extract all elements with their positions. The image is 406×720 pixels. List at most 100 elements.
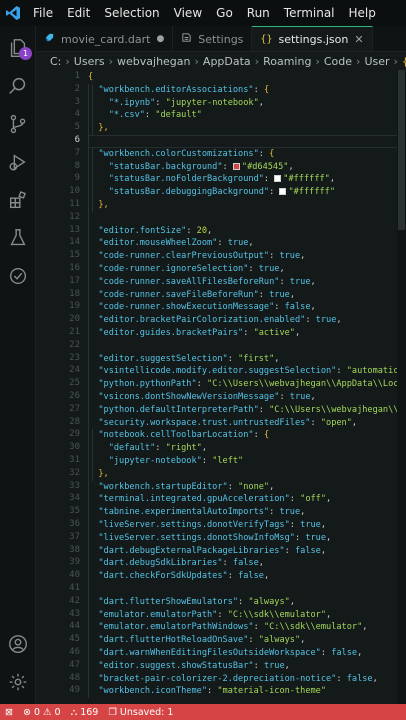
breadcrumb-item[interactable]: Roaming [263, 55, 311, 68]
breadcrumb-item[interactable]: Code [324, 55, 352, 68]
code-token: : [253, 430, 264, 441]
ports-indicator[interactable]: ⛬ 169 [66, 704, 104, 720]
code-line[interactable]: "code-runner.ignoreSelection": true, [88, 263, 284, 276]
menu-selection[interactable]: Selection [97, 0, 166, 26]
color-swatch[interactable] [274, 175, 282, 183]
code-line[interactable]: "liveServer.settings.donotVerifyTags": t… [88, 519, 326, 532]
code-token: "jupyter-notebook" [88, 456, 202, 466]
code-line[interactable]: "editor.guides.bracketPairs": "active", [88, 327, 300, 340]
code-line[interactable]: "notebook.cellToolbarLocation": { [88, 429, 269, 442]
breadcrumb-item[interactable]: AppData [203, 55, 251, 68]
code-line[interactable]: "code-runner.showExecutionMessage": fals… [88, 301, 315, 314]
code-line[interactable]: "statusBar.noFolderBackground": "#ffffff… [88, 173, 335, 186]
code-line[interactable]: "python.defaultInterpreterPath": "C:\\Us… [88, 404, 403, 417]
code-line[interactable]: "vsintellicode.modify.editor.suggestSele… [88, 365, 406, 378]
code-line[interactable]: "editor.suggest.showStatusBar": true, [88, 660, 289, 673]
line-number: 17 [69, 275, 80, 286]
code-line[interactable]: "code-runner.saveFileBeforeRun": true, [88, 289, 295, 302]
code-line[interactable]: "dart.flutterHotReloadOnSave": "always", [88, 634, 305, 647]
indent-guide [92, 147, 93, 212]
code-line[interactable]: "statusBar.debuggingBackground": "#fffff… [88, 186, 335, 199]
line-number: 22 [69, 339, 80, 350]
code-line[interactable]: "dart.flutterShowEmulators": "always", [88, 596, 295, 609]
code-editor[interactable]: 1 2 3 4 5 6 7 8 9 10 11 12 13 14 15 16 17 18 19 20 21 22 23 24 2… [36, 70, 406, 704]
code-line[interactable]: "liveServer.settings.donotShowInfoMsg": … [88, 532, 331, 545]
problems-indicator[interactable]: ⊗ 0 ⚠ 0 [18, 704, 66, 720]
color-swatch[interactable] [232, 162, 240, 170]
code-line[interactable]: "terminal.integrated.gpuAcceleration": "… [88, 493, 331, 506]
code-line[interactable]: "editor.fontSize": 20, [88, 225, 212, 238]
tab-movie-card[interactable]: movie_card.dart ● [36, 26, 174, 51]
breadcrumb-item[interactable]: User [364, 55, 389, 68]
code-line[interactable]: "code-runner.clearPreviousOutput": true, [88, 250, 305, 263]
code-line[interactable]: "dart.debugExternalPackageLibraries": fa… [88, 545, 326, 558]
code-line[interactable]: "security.workspace.trust.untrustedFiles… [88, 417, 357, 430]
menu-help[interactable]: Help [342, 0, 383, 26]
code-token: : [248, 635, 259, 646]
code-line[interactable]: "dart.checkForSdkUpdates": false, [88, 570, 269, 583]
unsaved-indicator[interactable]: ❐ Unsaved: 1 [103, 704, 178, 720]
code-line[interactable]: "emulator.emulatorPath": "C:\\sdk\\emula… [88, 609, 331, 622]
editor-scrollbar[interactable] [397, 70, 406, 704]
menu-go[interactable]: Go [209, 0, 240, 26]
code-line[interactable]: "*.csv": "default" [88, 109, 202, 122]
code-line[interactable]: "workbench.startupEditor": "none", [88, 481, 274, 494]
line-number: 11 [69, 199, 80, 209]
code-line[interactable]: "emulator.emulatorPathWindows": "C:\\sdk… [88, 621, 367, 634]
code-line[interactable]: "default": "right", [88, 442, 207, 455]
testing-flask-icon[interactable] [0, 220, 36, 256]
code-line[interactable]: { [88, 71, 93, 84]
code-line[interactable]: "dart.warnWhenEditingFilesOutsideWorkspa… [88, 647, 362, 660]
antenna-icon: ⛬ [70, 706, 78, 718]
menu-run[interactable]: Run [240, 0, 277, 26]
code-line[interactable]: "editor.bracketPairColorization.enabled"… [88, 314, 341, 327]
code-token: "dart.warnWhenEditingFilesOutsideWorkspa… [88, 648, 321, 658]
source-control-icon[interactable] [0, 106, 36, 142]
breadcrumb-item[interactable]: webvajhegan [117, 55, 191, 68]
settings-gear-icon[interactable] [0, 664, 36, 700]
color-swatch[interactable] [279, 188, 287, 196]
code-line[interactable]: "*.ipynb": "jupyter-notebook", [88, 97, 264, 110]
code-token: "#d64545" [241, 161, 289, 172]
explorer-icon[interactable]: 1 [0, 30, 36, 66]
tab-settings-json[interactable]: {} settings.json ✕ [252, 26, 373, 51]
code-line[interactable]: "statusBar.background": "#d64545", [88, 161, 294, 174]
code-line[interactable]: "editor.mouseWheelZoom": true, [88, 237, 253, 250]
code-token: true [263, 660, 285, 671]
tab-modified-dot[interactable]: ● [156, 34, 164, 44]
code-line[interactable]: "bracket-pair-colorizer-2.depreciation-n… [88, 673, 377, 686]
run-debug-icon[interactable] [0, 144, 36, 180]
line-number: 41 [69, 583, 80, 593]
breadcrumb-item[interactable]: Users [74, 55, 105, 68]
chevron-right-icon: › [356, 54, 361, 68]
scrollbar-thumb[interactable] [398, 70, 405, 230]
code-token: "workbench.iconTheme" [88, 686, 207, 697]
menu-edit[interactable]: Edit [60, 0, 97, 26]
code-line[interactable]: "tabnine.experimentalAutoImports": true, [88, 506, 305, 519]
remote-indicator[interactable]: ⊠ [0, 704, 18, 720]
menu-view[interactable]: View [167, 0, 209, 26]
breadcrumb-item[interactable]: C: [50, 55, 61, 68]
line-number: 24 [69, 365, 80, 376]
menu-terminal[interactable]: Terminal [277, 0, 342, 26]
code-line[interactable]: "jupyter-notebook": "left" [88, 455, 244, 468]
code-area[interactable]: { "workbench.editorAssociations": { "*.i… [88, 70, 406, 704]
code-line[interactable]: "workbench.colorCustomizations": { [88, 148, 274, 161]
code-line[interactable]: "editor.suggestSelection": "first", [88, 353, 279, 366]
code-token: "editor.guides.bracketPairs" [88, 328, 244, 338]
extensions-icon[interactable] [0, 182, 36, 218]
activity-bar: 1 [0, 26, 36, 704]
code-line[interactable]: "workbench.iconTheme": "material-icon-th… [88, 685, 326, 698]
code-line[interactable]: "vsicons.dontShowNewVersionMessage": tru… [88, 391, 315, 404]
code-line[interactable]: "dart.debugSdkLibraries": false, [88, 557, 264, 570]
code-line[interactable]: "code-runner.saveAllFilesBeforeRun": tru… [88, 276, 315, 289]
menu-file[interactable]: File [26, 0, 60, 26]
tab-settings[interactable]: Settings [173, 26, 253, 51]
close-icon[interactable]: ✕ [354, 33, 363, 46]
account-icon[interactable] [0, 626, 36, 662]
remote-check-icon[interactable] [0, 258, 36, 294]
menu-bar: File Edit Selection View Go Run Terminal Help [26, 0, 383, 26]
code-line[interactable]: "python.pythonPath": "C:\\Users\\webvajh… [88, 378, 406, 391]
search-icon[interactable] [0, 68, 36, 104]
code-line[interactable]: "workbench.editorAssociations": { [88, 84, 269, 97]
